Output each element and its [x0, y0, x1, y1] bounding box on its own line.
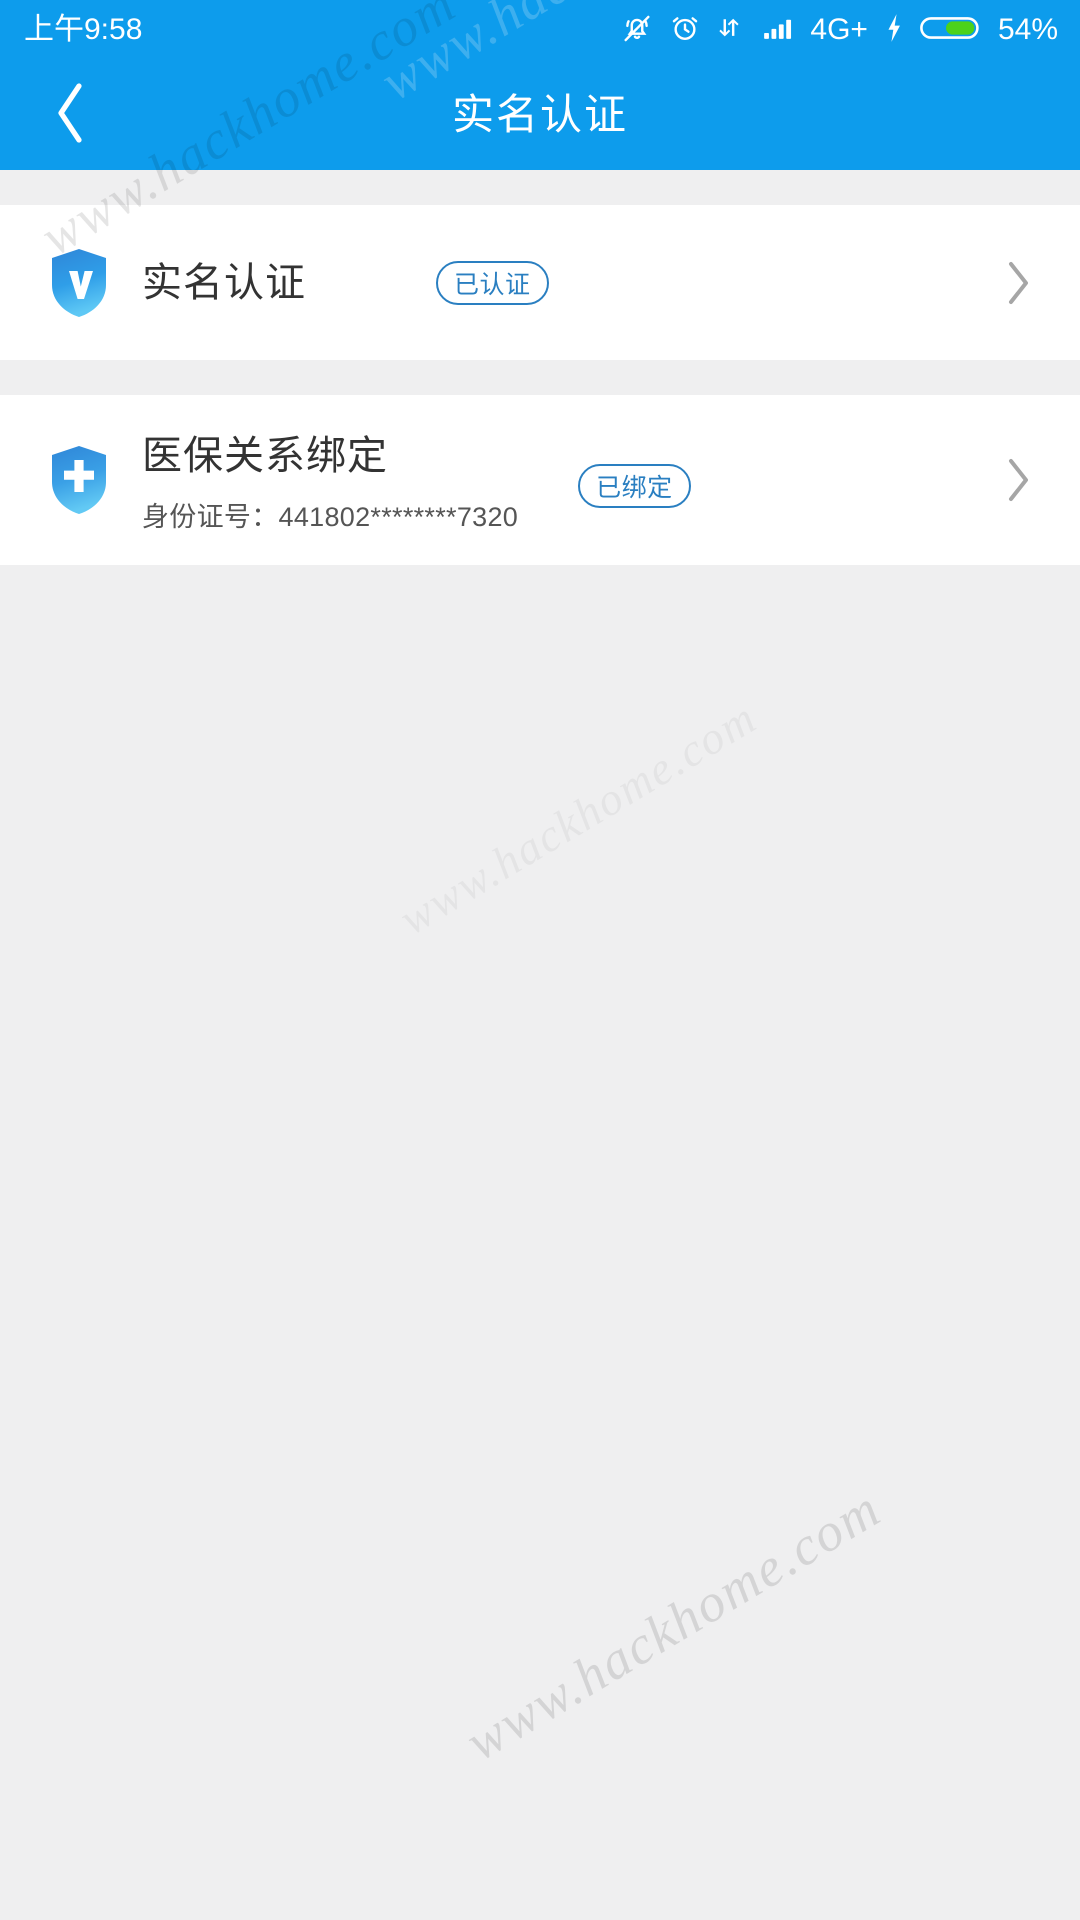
page-content: 实名认证 已认证 医保关系绑定 身份证号：441802********7320 …: [0, 170, 1080, 1920]
network-type-label: 4G+: [810, 13, 868, 46]
alarm-clock-icon: [668, 11, 702, 50]
battery-icon: [920, 11, 982, 50]
page-title: 实名认证: [451, 91, 628, 138]
list-item-title: 医保关系绑定: [142, 433, 388, 478]
shield-verified-icon: [48, 248, 110, 318]
card-insurance-binding: 医保关系绑定 身份证号：441802********7320 已绑定: [0, 395, 1080, 565]
row-body-realname: 实名认证 已认证: [142, 260, 1040, 306]
chevron-right-icon[interactable]: [1006, 457, 1032, 503]
list-item-realname-auth[interactable]: 实名认证 已认证: [0, 205, 1080, 360]
status-badge: 已绑定: [578, 464, 691, 508]
card-realname: 实名认证 已认证: [0, 205, 1080, 360]
shield-medical-cross-icon: [48, 445, 110, 515]
status-bar-clock: 上午9:58: [24, 13, 143, 46]
status-badge: 已认证: [436, 260, 549, 305]
charging-bolt-icon: [882, 11, 906, 50]
app-bar: 实名认证: [0, 60, 1080, 170]
section-gap-middle: [0, 360, 1080, 395]
bell-muted-icon: [620, 11, 654, 50]
section-gap-top: [0, 170, 1080, 205]
id-number-text: 身份证号：441802********7320: [142, 501, 519, 532]
list-item-title: 实名认证: [142, 260, 306, 305]
signal-bars-icon: [760, 11, 798, 50]
list-item-insurance-binding[interactable]: 医保关系绑定 身份证号：441802********7320 已绑定: [0, 395, 1080, 565]
row-texts-realname: 实名认证: [142, 260, 306, 306]
battery-percent-label: 54%: [997, 13, 1058, 46]
data-transfer-icon: [716, 11, 746, 50]
status-bar-icons: 4G+ 54%: [620, 11, 1058, 50]
row-texts-insurance: 医保关系绑定 身份证号：441802********7320: [142, 433, 518, 534]
chevron-right-icon[interactable]: [1006, 260, 1032, 306]
row-body-insurance: 医保关系绑定 身份证号：441802********7320 已绑定: [142, 427, 1040, 534]
status-bar: 上午9:58 4G+ 54%: [0, 0, 1080, 60]
